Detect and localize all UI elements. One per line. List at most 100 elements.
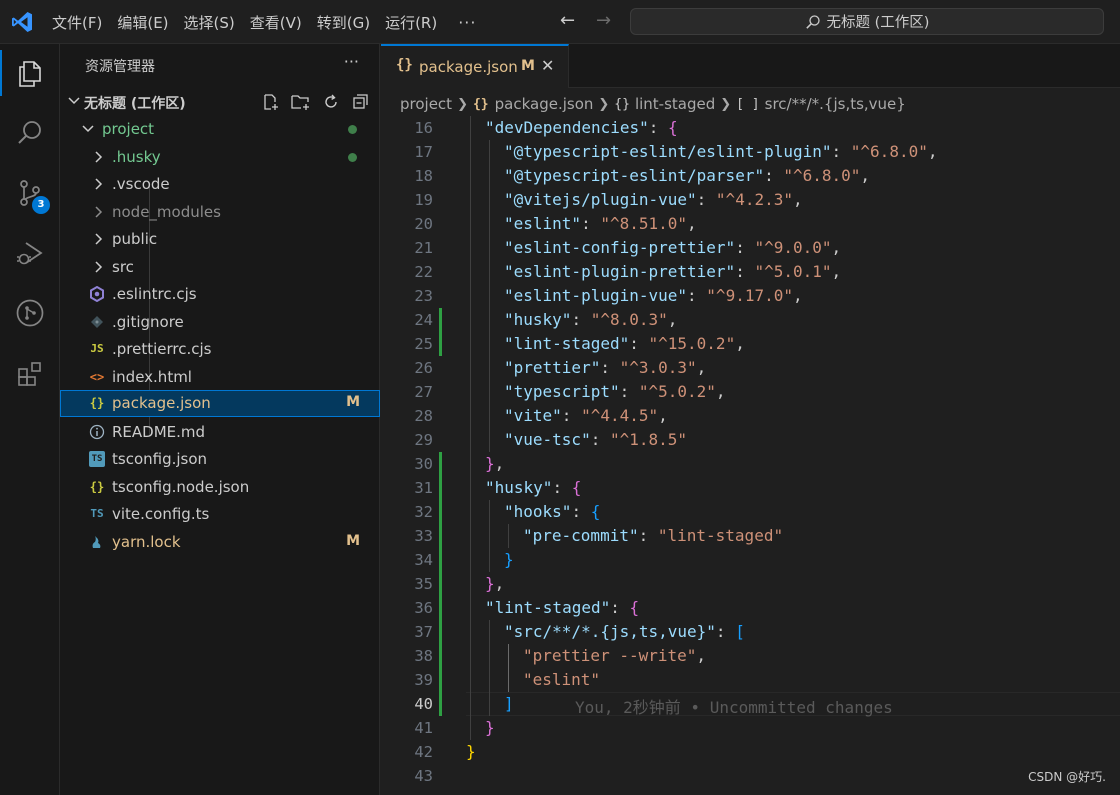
git-added-marker [439, 572, 442, 596]
code-line: 26 "prettier": "^3.0.3", [381, 356, 1120, 380]
code-line: 39 "eslint" [381, 668, 1120, 692]
tree-folder-project[interactable]: project [60, 116, 380, 143]
breadcrumb-file[interactable]: package.json [495, 95, 594, 113]
command-center-search[interactable]: 无标题 (工作区) [630, 8, 1104, 35]
tree-label: vite.config.ts [112, 505, 210, 523]
line-number: 31 [414, 479, 433, 497]
tree-label: yarn.lock [112, 533, 181, 551]
workspace-title: 无标题 (工作区) [84, 96, 186, 112]
git-added-marker [439, 332, 442, 356]
run-debug-activity[interactable] [0, 224, 60, 282]
tree-label: project [102, 120, 155, 138]
tree-folder-node-modules[interactable]: node_modules [60, 199, 380, 226]
code-line: 41 } [381, 716, 1120, 740]
tree-file-package-json[interactable]: {} package.json M [60, 390, 380, 417]
menu-run[interactable]: 运行(R) [385, 12, 437, 33]
explorer-activity[interactable] [0, 44, 60, 102]
back-arrow-icon[interactable]: ← [560, 10, 582, 32]
html-icon: <> [89, 370, 105, 384]
collapse-all-icon[interactable] [350, 91, 372, 113]
explorer-more-button[interactable]: ··· [344, 52, 359, 71]
tab-package-json[interactable]: {} package.json M ✕ [381, 44, 569, 88]
forward-arrow-icon[interactable]: → [596, 10, 618, 32]
tree-folder-src[interactable]: src [60, 254, 380, 281]
workspace-header[interactable]: 无标题 (工作区) [60, 89, 380, 115]
vscode-logo-icon [12, 12, 32, 32]
line-number: 30 [414, 455, 433, 473]
remote-activity[interactable] [0, 284, 60, 342]
git-graph-icon [16, 299, 44, 327]
line-number: 40 [414, 695, 433, 713]
json-icon: {} [89, 396, 105, 410]
search-text: 无标题 (工作区) [826, 15, 930, 31]
new-file-icon[interactable] [260, 91, 282, 113]
indent-guide-active [508, 644, 509, 692]
tree-label: tsconfig.json [112, 450, 208, 468]
tree-file-tsconfig-node[interactable]: {} tsconfig.node.json [60, 474, 380, 501]
git-added-marker [439, 548, 442, 572]
tree-file-eslintrc[interactable]: .eslintrc.cjs [60, 281, 380, 308]
modified-badge: M [346, 394, 360, 410]
indent-guide [489, 620, 490, 716]
tree-folder-husky[interactable]: .husky [60, 144, 380, 171]
chevron-right-icon [95, 261, 103, 273]
refresh-icon[interactable] [320, 91, 342, 113]
menu-view[interactable]: 查看(V) [250, 12, 302, 33]
tree-file-yarn-lock[interactable]: yarn.lock M [60, 529, 380, 556]
code-line: 19 "@vitejs/plugin-vue": "^4.2.3", [381, 188, 1120, 212]
menu-file[interactable]: 文件(F) [52, 12, 102, 33]
tree-label: node_modules [112, 203, 221, 221]
tree-file-index-html[interactable]: <> index.html [60, 364, 380, 391]
tree-folder-vscode[interactable]: .vscode [60, 171, 380, 198]
chevron-right-icon [95, 178, 103, 190]
git-added-marker [439, 500, 442, 524]
chevron-right-icon: ❯ [598, 96, 610, 112]
search-activity[interactable] [0, 104, 60, 162]
tab-label: package.json [419, 58, 518, 76]
source-control-activity[interactable]: 3 [0, 164, 60, 222]
code-editor[interactable]: 16 "devDependencies": { 17 "@typescript-… [381, 116, 1120, 795]
breadcrumb-project[interactable]: project [400, 95, 452, 113]
line-number: 32 [414, 503, 433, 521]
tree-file-tsconfig[interactable]: TS tsconfig.json [60, 446, 380, 473]
git-blame-annotation: You, 2秒钟前 • Uncommitted changes [575, 698, 893, 717]
line-number: 27 [414, 383, 433, 401]
extensions-activity[interactable] [0, 344, 60, 402]
tree-file-gitignore[interactable]: .gitignore [60, 309, 380, 336]
menu-edit[interactable]: 编辑(E) [117, 12, 168, 33]
line-number: 42 [414, 743, 433, 761]
close-icon[interactable]: ✕ [541, 56, 554, 75]
line-number: 22 [414, 263, 433, 281]
tree-folder-public[interactable]: public [60, 226, 380, 253]
code-line: 34 } [381, 548, 1120, 572]
tree-label: src [112, 258, 134, 276]
git-added-marker [439, 452, 442, 476]
chevron-right-icon [95, 151, 103, 163]
tree-file-prettierrc[interactable]: JS .prettierrc.cjs [60, 336, 380, 363]
extensions-icon [18, 362, 41, 386]
tree-file-vite-config[interactable]: TS vite.config.ts [60, 501, 380, 528]
indent-guide [489, 500, 490, 572]
code-line: 21 "eslint-config-prettier": "^9.0.0", [381, 236, 1120, 260]
watermark: CSDN @好巧. [1028, 770, 1106, 784]
menu-selection[interactable]: 选择(S) [184, 12, 235, 33]
breadcrumb-object[interactable]: lint-staged [635, 95, 715, 113]
editor-area: {} package.json M ✕ project ❯ {} package… [381, 44, 1120, 795]
git-added-marker [439, 476, 442, 500]
new-folder-icon[interactable] [290, 91, 312, 113]
tree-label: .eslintrc.cjs [112, 285, 197, 303]
json-icon: {} [472, 96, 489, 112]
code-line: 27 "typescript": "^5.0.2", [381, 380, 1120, 404]
tree-label: .husky [112, 148, 161, 166]
git-added-marker [439, 668, 442, 692]
code-line: 31 "husky": { [381, 476, 1120, 500]
tree-file-readme[interactable]: README.md [60, 419, 380, 446]
breadcrumb-array[interactable]: src/**/*.{js,ts,vue} [765, 95, 906, 113]
line-number: 20 [414, 215, 433, 233]
menu-go[interactable]: 转到(G) [317, 12, 370, 33]
chevron-right-icon [95, 233, 103, 245]
code-line: 16 "devDependencies": { [381, 116, 1120, 140]
menu-more-button[interactable]: ··· [458, 13, 476, 32]
line-number: 26 [414, 359, 433, 377]
search-icon [18, 121, 41, 144]
